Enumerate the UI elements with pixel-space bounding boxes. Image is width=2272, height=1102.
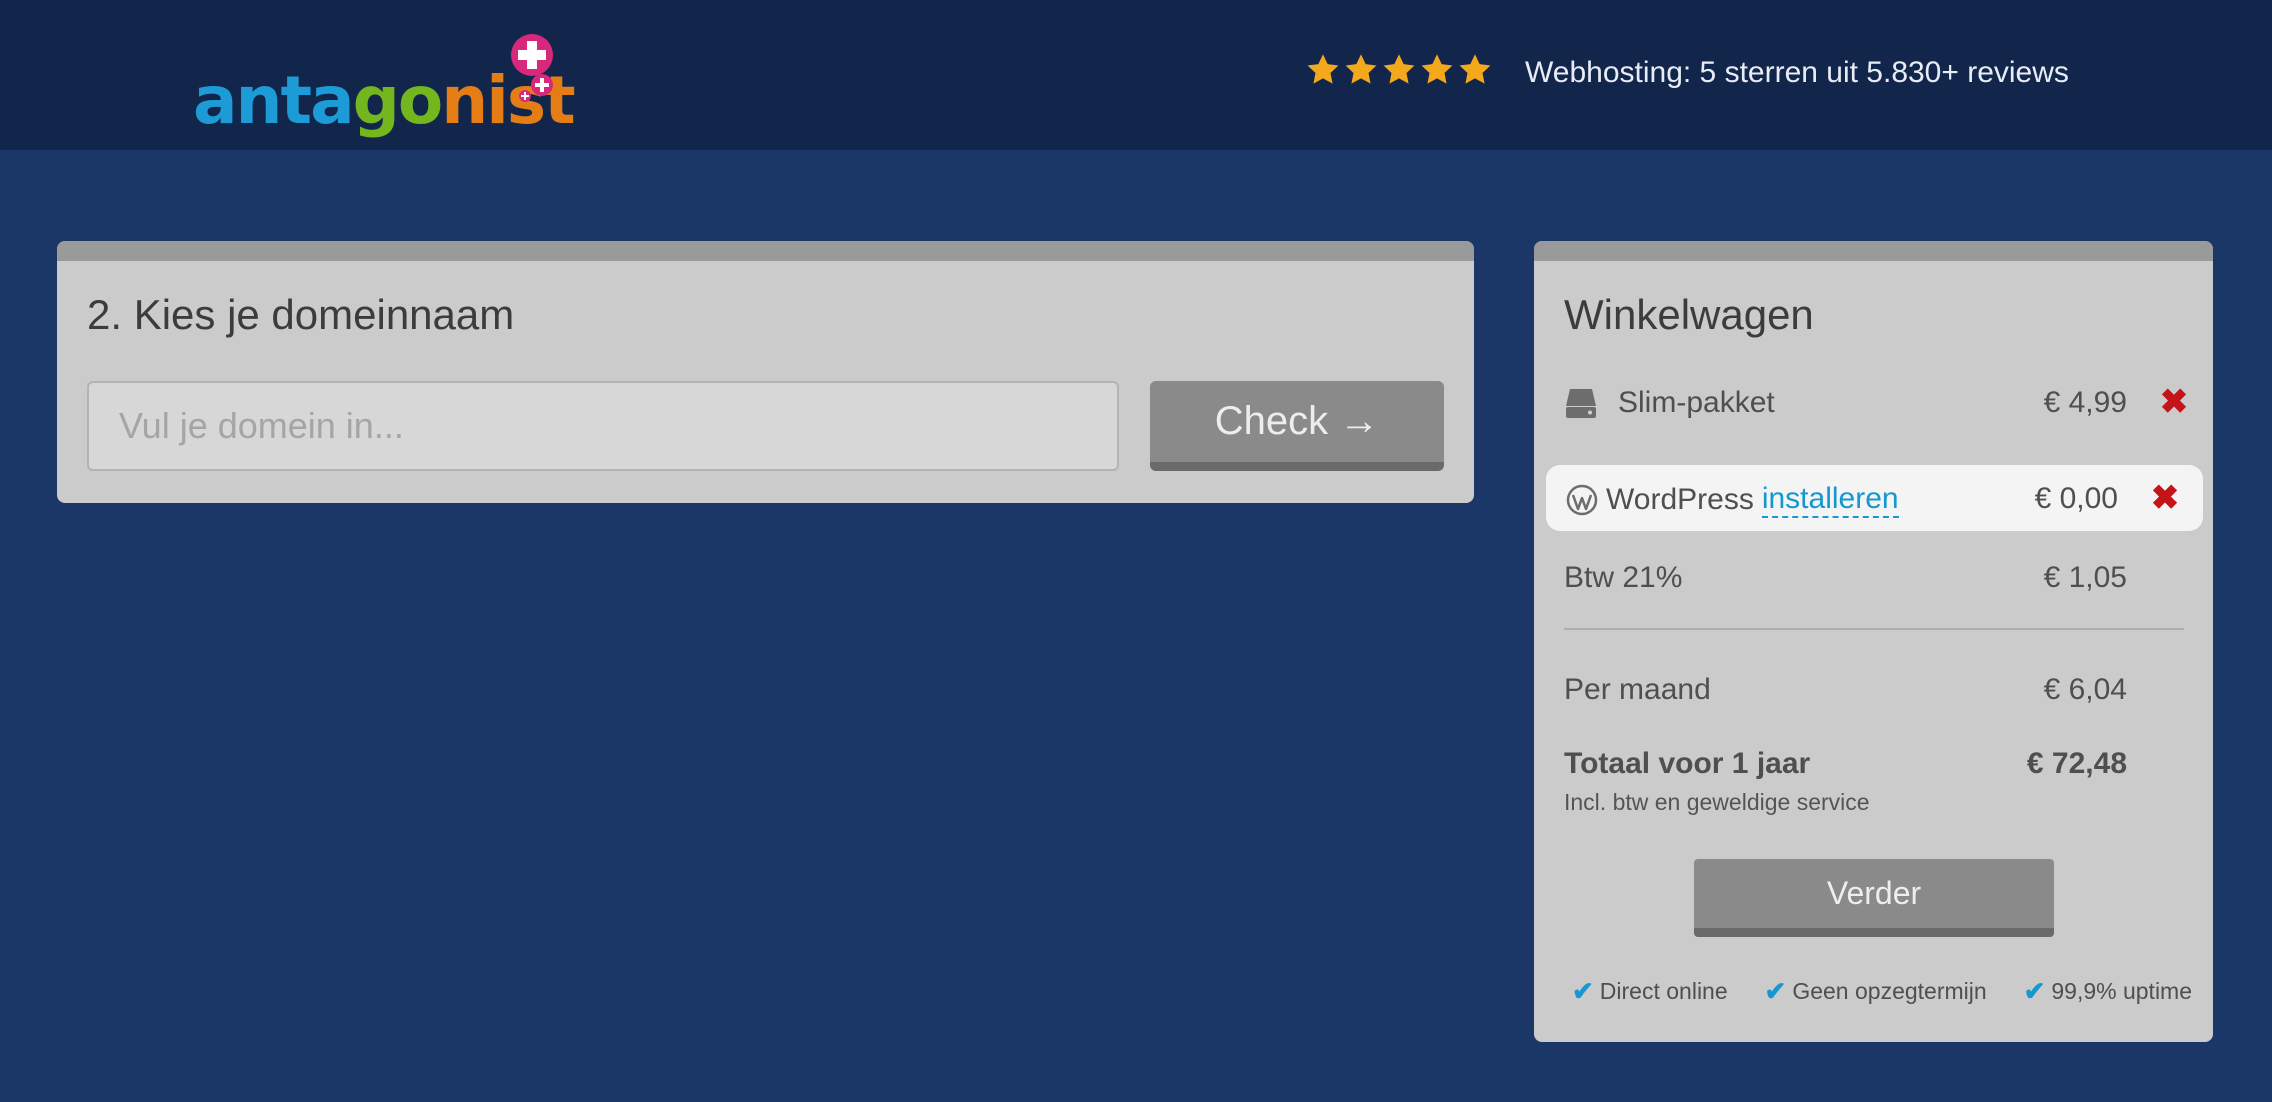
cart-item: Slim-pakket € 4,99 ✖	[1564, 376, 2194, 426]
logo-letter: t	[280, 62, 313, 139]
logo-plus-icon	[511, 34, 553, 76]
total-row: Totaal voor 1 jaar € 72,48	[1564, 737, 2194, 787]
logo-letter: o	[397, 62, 443, 139]
divider	[1564, 628, 2184, 630]
total-label: Totaal voor 1 jaar	[1564, 747, 1811, 780]
logo-letter: i	[486, 62, 509, 139]
logo-letter: n	[235, 62, 283, 139]
logo-plus-icon	[531, 74, 553, 96]
card-top-bar	[57, 241, 1474, 261]
cart-item-label: Slim-pakket	[1564, 386, 1775, 420]
logo-letter: a	[310, 62, 355, 139]
site-header: antagonist Webhosting: 5 sterren uit 5.8…	[0, 0, 2272, 150]
server-icon	[1564, 386, 1598, 420]
antagonist-logo[interactable]: antagonist	[193, 30, 576, 134]
cart-item-name: Slim-pakket	[1618, 386, 1775, 419]
monthly-value: € 6,04	[2043, 673, 2127, 706]
continue-button[interactable]: Verder	[1694, 859, 2054, 937]
feature-item: ✔ Direct online	[1572, 976, 1728, 1007]
feature-label: Direct online	[1599, 978, 1728, 1004]
feature-item: ✔ Geen opzegtermijn	[1765, 976, 1987, 1007]
cart-item-price: € 4,99	[2043, 386, 2127, 419]
logo-letter: t	[544, 62, 576, 139]
check-icon: ✔	[2023, 976, 2046, 1006]
logo-letter: n	[441, 62, 488, 139]
domain-card: 2. Kies je domeinnaam Check →	[57, 241, 1474, 503]
wordpress-icon	[1566, 484, 1598, 516]
reviews-text[interactable]: Webhosting: 5 sterren uit 5.830+ reviews	[1525, 56, 2069, 90]
vat-value: € 1,05	[2043, 561, 2127, 594]
feature-label: 99,9% uptime	[2051, 978, 2192, 1004]
logo-plus-icon	[519, 90, 531, 102]
domain-input[interactable]	[87, 381, 1119, 471]
check-icon: ✔	[1572, 976, 1594, 1006]
monthly-row: Per maand € 6,04	[1564, 663, 2194, 713]
vat-row: Btw 21% € 1,05	[1564, 551, 2194, 601]
cart-item-name: WordPress	[1606, 483, 1754, 516]
card-top-bar	[1534, 241, 2213, 261]
domain-title: 2. Kies je domeinnaam	[87, 291, 515, 338]
rating-stars	[1305, 52, 1493, 100]
star-icon	[1307, 54, 1339, 84]
logo-wordmark: antagonist	[193, 68, 576, 134]
total-value: € 72,48	[2026, 747, 2127, 780]
cart-card: Winkelwagen Slim-pakket € 4,99 ✖ WordPre…	[1534, 241, 2213, 1042]
cart-item-highlighted: WordPress installeren € 0,00 ✖	[1546, 465, 2203, 531]
cart-item-label: WordPress installeren	[1566, 482, 1899, 518]
remove-icon[interactable]: ✖	[2154, 382, 2194, 422]
remove-icon[interactable]: ✖	[2145, 478, 2185, 518]
vat-label: Btw 21%	[1564, 561, 1683, 594]
cart-item-price: € 0,00	[2034, 482, 2118, 515]
cart-title: Winkelwagen	[1564, 291, 1814, 338]
check-button[interactable]: Check →	[1150, 381, 1444, 471]
star-icon	[1459, 54, 1491, 84]
feature-item: ✔ 99,9% uptime	[2024, 976, 2192, 1007]
vat-note: Incl. btw en geweldige service	[1564, 789, 1870, 815]
logo-letter: g	[352, 62, 400, 139]
star-icon	[1421, 54, 1453, 84]
star-icon	[1345, 54, 1377, 84]
check-icon: ✔	[1764, 976, 1787, 1006]
feature-list: ✔ Direct online ✔ Geen opzegtermijn ✔ 99…	[1572, 976, 2192, 1007]
monthly-label: Per maand	[1564, 673, 1711, 706]
logo-letter: a	[193, 62, 238, 139]
install-link[interactable]: installeren	[1761, 482, 1899, 518]
star-icon	[1383, 54, 1415, 84]
feature-label: Geen opzegtermijn	[1792, 978, 1987, 1004]
